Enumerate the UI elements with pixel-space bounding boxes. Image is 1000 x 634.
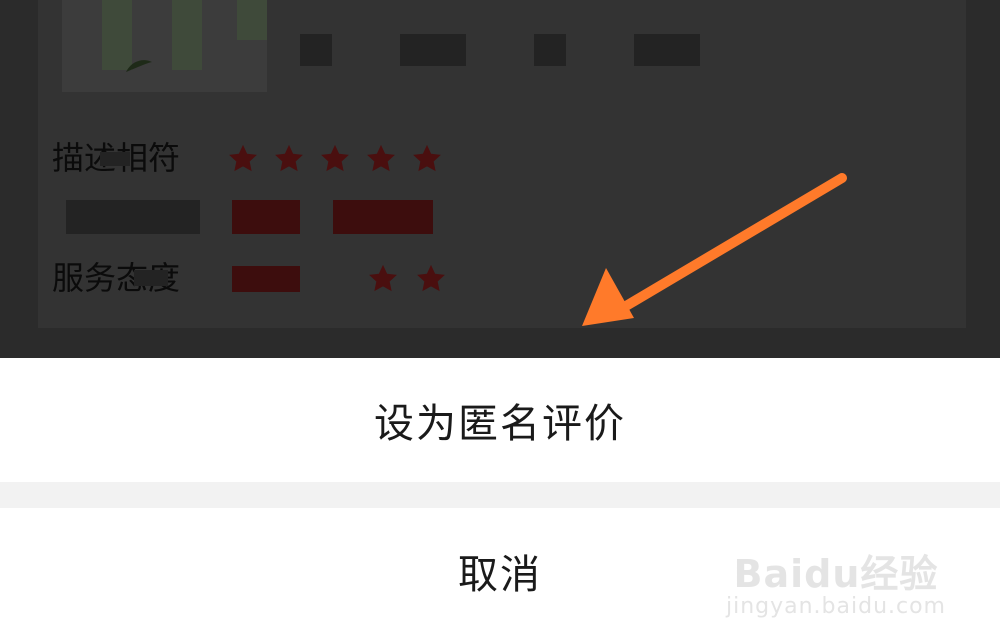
action-sheet: 设为匿名评价 取消: [0, 358, 1000, 634]
cancel-button[interactable]: 取消: [0, 508, 1000, 634]
set-anonymous-review-button[interactable]: 设为匿名评价: [0, 358, 1000, 482]
